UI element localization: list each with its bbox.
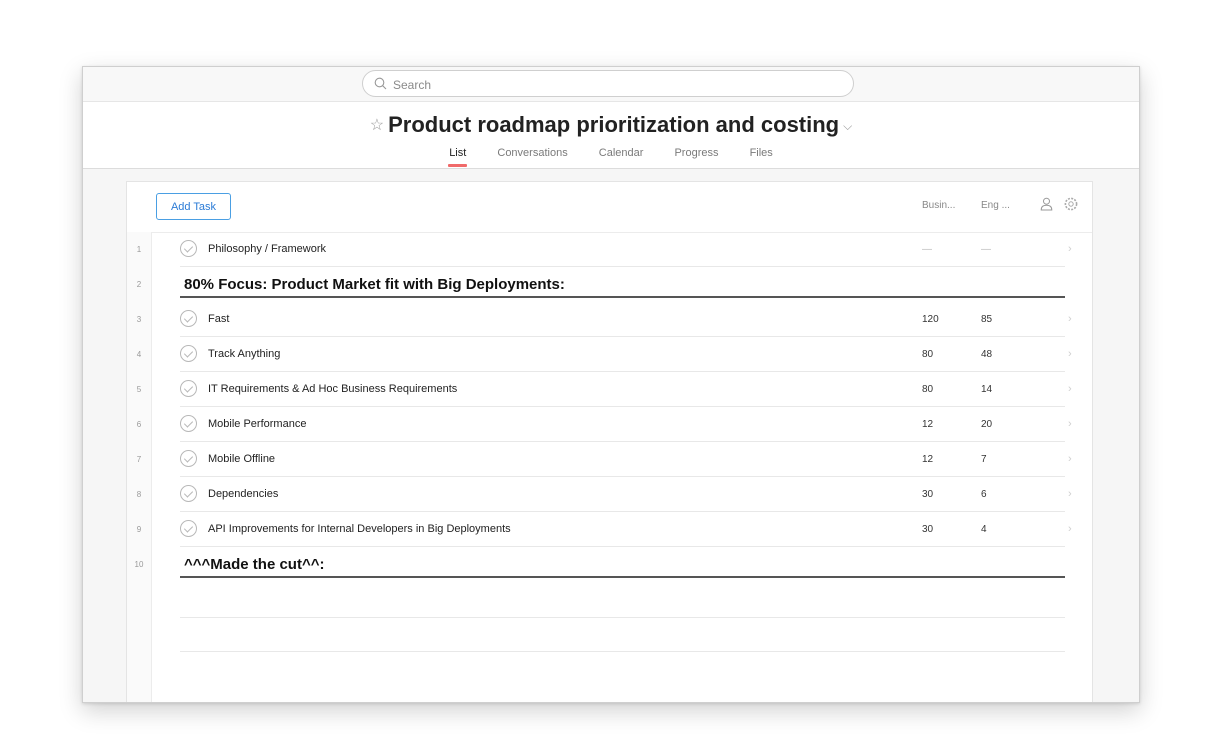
chevron-right-icon[interactable]: › xyxy=(1068,477,1072,512)
project-tabs: List Conversations Calendar Progress Fil… xyxy=(83,147,1139,167)
engineering-value[interactable]: 7 xyxy=(981,442,987,477)
project-title: Product roadmap prioritization and costi… xyxy=(388,112,840,137)
tab-progress[interactable]: Progress xyxy=(674,147,718,159)
chevron-right-icon[interactable]: › xyxy=(1068,442,1072,477)
section-underline xyxy=(180,576,1065,578)
tab-conversations[interactable]: Conversations xyxy=(497,147,567,159)
task-name[interactable]: Mobile Performance xyxy=(208,407,306,442)
task-name[interactable]: Fast xyxy=(208,302,229,337)
top-bar xyxy=(83,67,1139,102)
row-number: 5 xyxy=(136,385,142,394)
empty-row-divider xyxy=(180,651,1065,652)
task-row[interactable]: 4 Track Anything 80 48 › xyxy=(127,337,1092,372)
row-number: 2 xyxy=(136,280,142,289)
business-value[interactable]: 12 xyxy=(922,442,933,477)
task-name[interactable]: Dependencies xyxy=(208,477,278,512)
task-row[interactable]: 6 Mobile Performance 12 20 › xyxy=(127,407,1092,442)
app-window: ☆Product roadmap prioritization and cost… xyxy=(82,66,1140,703)
chevron-down-icon[interactable]: ⌵ xyxy=(843,119,852,133)
complete-checkmark-icon[interactable] xyxy=(180,380,197,397)
task-name[interactable]: Track Anything xyxy=(208,337,280,372)
section-row[interactable]: 10 ^^^Made the cut^^: xyxy=(127,547,1092,582)
complete-checkmark-icon[interactable] xyxy=(180,520,197,537)
column-header-engineering[interactable]: Eng ... xyxy=(981,200,1010,211)
task-row[interactable]: 8 Dependencies 30 6 › xyxy=(127,477,1092,512)
complete-checkmark-icon[interactable] xyxy=(180,415,197,432)
task-name[interactable]: Philosophy / Framework xyxy=(208,232,326,267)
search-box[interactable] xyxy=(362,70,854,97)
chevron-right-icon[interactable]: › xyxy=(1068,302,1072,337)
chevron-right-icon[interactable]: › xyxy=(1068,512,1072,547)
complete-checkmark-icon[interactable] xyxy=(180,450,197,467)
row-number: 9 xyxy=(136,525,142,534)
row-number: 7 xyxy=(136,455,142,464)
person-icon[interactable] xyxy=(1040,197,1053,211)
search-input[interactable] xyxy=(391,74,835,95)
engineering-value[interactable]: 20 xyxy=(981,407,992,442)
complete-checkmark-icon[interactable] xyxy=(180,310,197,327)
business-value[interactable]: 80 xyxy=(922,372,933,407)
task-row[interactable]: 3 Fast 120 85 › xyxy=(127,302,1092,337)
task-list-panel: Add Task Busin... Eng ... 1 Philosophy /… xyxy=(126,181,1093,702)
row-number: 6 xyxy=(136,420,142,429)
task-name[interactable]: API Improvements for Internal Developers… xyxy=(208,512,511,547)
chevron-right-icon[interactable]: › xyxy=(1068,232,1072,267)
business-value[interactable]: 120 xyxy=(922,302,939,337)
chevron-right-icon[interactable]: › xyxy=(1068,337,1072,372)
business-value[interactable]: 30 xyxy=(922,477,933,512)
engineering-value[interactable]: 48 xyxy=(981,337,992,372)
task-row[interactable]: 9 API Improvements for Internal Develope… xyxy=(127,512,1092,547)
row-number: 8 xyxy=(136,490,142,499)
task-row[interactable]: 1 Philosophy / Framework — — › xyxy=(127,232,1092,267)
row-number: 1 xyxy=(136,245,142,254)
add-task-button[interactable]: Add Task xyxy=(156,193,231,220)
complete-checkmark-icon[interactable] xyxy=(180,485,197,502)
task-row[interactable]: 5 IT Requirements & Ad Hoc Business Requ… xyxy=(127,372,1092,407)
chevron-right-icon[interactable]: › xyxy=(1068,407,1072,442)
empty-row-divider xyxy=(180,617,1065,618)
chevron-right-icon[interactable]: › xyxy=(1068,372,1072,407)
favorite-star-icon[interactable]: ☆ xyxy=(370,117,384,134)
engineering-value[interactable]: — xyxy=(981,232,991,267)
business-value[interactable]: 30 xyxy=(922,512,933,547)
row-number: 4 xyxy=(136,350,142,359)
gear-icon[interactable] xyxy=(1064,197,1078,211)
business-value[interactable]: 12 xyxy=(922,407,933,442)
column-header-business[interactable]: Busin... xyxy=(922,200,955,211)
task-row[interactable]: 7 Mobile Offline 12 7 › xyxy=(127,442,1092,477)
tab-files[interactable]: Files xyxy=(750,147,773,159)
section-underline xyxy=(180,296,1065,298)
business-value[interactable]: 80 xyxy=(922,337,933,372)
section-row[interactable]: 2 80% Focus: Product Market fit with Big… xyxy=(127,267,1092,302)
business-value[interactable]: — xyxy=(922,232,932,267)
row-number: 10 xyxy=(134,560,144,569)
tab-calendar[interactable]: Calendar xyxy=(599,147,644,159)
project-header: ☆ Product roadmap prioritization and cost… xyxy=(83,102,1139,169)
engineering-value[interactable]: 6 xyxy=(981,477,987,512)
engineering-value[interactable]: 4 xyxy=(981,512,987,547)
complete-checkmark-icon[interactable] xyxy=(180,240,197,257)
row-number: 3 xyxy=(136,315,142,324)
task-name[interactable]: Mobile Offline xyxy=(208,442,275,477)
engineering-value[interactable]: 14 xyxy=(981,372,992,407)
search-icon xyxy=(374,77,387,90)
complete-checkmark-icon[interactable] xyxy=(180,345,197,362)
tab-list[interactable]: List xyxy=(448,147,468,167)
engineering-value[interactable]: 85 xyxy=(981,302,992,337)
task-name[interactable]: IT Requirements & Ad Hoc Business Requir… xyxy=(208,372,457,407)
list-toolbar: Add Task Busin... Eng ... xyxy=(127,182,1092,233)
